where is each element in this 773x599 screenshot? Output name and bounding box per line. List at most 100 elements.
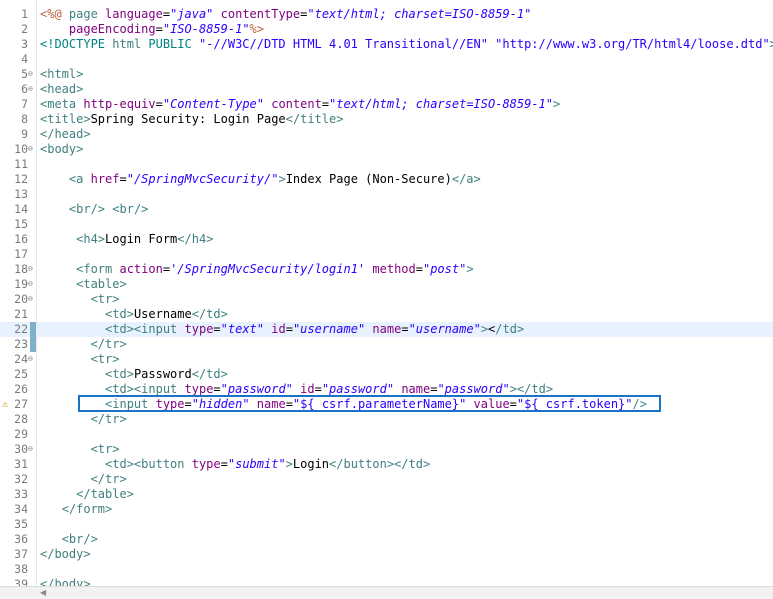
line-number: 16: [14, 232, 28, 246]
code-token: >: [278, 172, 286, 186]
code-line[interactable]: 16 <h4>Login Form</h4>: [0, 232, 773, 247]
code-text: </body>: [40, 577, 91, 586]
line-number: 34: [14, 502, 28, 516]
line-number: 8: [21, 112, 28, 126]
code-line[interactable]: 10 ⊖ <body>: [0, 142, 773, 157]
code-line[interactable]: 2 pageEncoding="ISO-8859-1"%>: [0, 22, 773, 37]
code-line[interactable]: 36 <br/>: [0, 532, 773, 547]
code-token: <td><input: [105, 322, 185, 336]
fold-toggle-icon[interactable]: ⊖: [28, 81, 36, 96]
code-token: =: [415, 262, 423, 276]
code-token: </body>: [40, 547, 91, 561]
line-number: 13: [14, 187, 28, 201]
code-token: </a>: [451, 172, 481, 186]
code-line[interactable]: 12 <a href="/SpringMvcSecurity/">Index P…: [0, 172, 773, 187]
code-editor[interactable]: 1 <%@ page language="java" contentType="t…: [0, 0, 773, 586]
line-number: 10: [14, 142, 28, 156]
code-token: '/SpringMvcSecurity/login1': [170, 262, 366, 276]
code-line[interactable]: 15: [0, 217, 773, 232]
scroll-left-arrow-icon[interactable]: ◀: [40, 588, 50, 598]
fold-toggle-icon[interactable]: ⊖: [28, 441, 36, 456]
code-token: "Content-Type": [162, 97, 264, 111]
code-text: <td>Username</td>: [40, 307, 228, 322]
line-number: 26: [14, 382, 28, 396]
code-line[interactable]: 30 ⊖ <tr>: [0, 442, 773, 457]
fold-toggle-icon[interactable]: ⊖: [28, 261, 36, 276]
code-text: </head>: [40, 127, 91, 142]
code-line[interactable]: 3 <!DOCTYPE html PUBLIC "-//W3C//DTD HTML…: [0, 37, 773, 52]
code-token: "username": [408, 322, 481, 336]
line-number: 29: [14, 427, 28, 441]
code-line[interactable]: 4: [0, 52, 773, 67]
code-line[interactable]: 18 ⊖ <form action='/SpringMvcSecurity/log…: [0, 262, 773, 277]
code-token: =: [401, 322, 409, 336]
code-token: href: [90, 172, 120, 186]
line-number: 5: [21, 67, 28, 81]
fold-toggle-icon[interactable]: ⊖: [28, 291, 36, 306]
code-line[interactable]: 23 </tr>: [0, 337, 773, 352]
code-token: contentType: [220, 7, 301, 21]
code-token: id: [300, 382, 315, 396]
code-line[interactable]: 17: [0, 247, 773, 262]
horizontal-scrollbar[interactable]: ◀: [0, 586, 773, 599]
code-line[interactable]: 5 ⊖ <html>: [0, 67, 773, 82]
code-line[interactable]: 34 </form>: [0, 502, 773, 517]
code-line[interactable]: 37 </body>: [0, 547, 773, 562]
code-line[interactable]: 21 <td>Username</td>: [0, 307, 773, 322]
fold-toggle-icon[interactable]: ⊖: [28, 141, 36, 156]
code-line[interactable]: 32 </tr>: [0, 472, 773, 487]
code-token: =: [285, 322, 293, 336]
change-marker: [30, 322, 36, 337]
code-line[interactable]: 31 <td><button type="submit">Login</butt…: [0, 457, 773, 472]
code-line[interactable]: 8 <title>Spring Security: Login Page</tit…: [0, 112, 773, 127]
code-text: <!DOCTYPE html PUBLIC "-//W3C//DTD HTML …: [40, 37, 773, 52]
code-line[interactable]: 6 ⊖ <head>: [0, 82, 773, 97]
code-token: >: [466, 262, 474, 276]
code-token: <td><input: [105, 382, 185, 396]
code-text: <tr>: [40, 292, 120, 307]
code-token: </button></td>: [329, 457, 431, 471]
code-line[interactable]: 29: [0, 427, 773, 442]
code-line[interactable]: 7 <meta http-equiv="Content-Type" content…: [0, 97, 773, 112]
code-line[interactable]: 38: [0, 562, 773, 577]
code-line[interactable]: 14 <br/> <br/>: [0, 202, 773, 217]
line-number: 9: [21, 127, 28, 141]
code-line[interactable]: 22 <td><input type="text" id="username" …: [0, 322, 773, 337]
code-token: </body>: [40, 577, 91, 586]
code-line[interactable]: 24 ⊖ <tr>: [0, 352, 773, 367]
code-line[interactable]: 39 </body>: [0, 577, 773, 586]
code-token: <title>: [40, 112, 91, 126]
code-token: >: [553, 97, 561, 111]
code-token: type: [184, 322, 214, 336]
fold-toggle-icon[interactable]: ⊖: [28, 66, 36, 81]
fold-toggle-icon[interactable]: ⊖: [28, 351, 36, 366]
line-number: 35: [14, 517, 28, 531]
code-text: <td><button type="submit">Login</button>…: [40, 457, 430, 472]
code-line[interactable]: 11: [0, 157, 773, 172]
code-text: <table>: [40, 277, 127, 292]
code-line[interactable]: 20 ⊖ <tr>: [0, 292, 773, 307]
code-line[interactable]: 9 </head>: [0, 127, 773, 142]
code-token: </form>: [61, 502, 113, 516]
code-line[interactable]: 1 <%@ page language="java" contentType="t…: [0, 7, 773, 22]
code-text: </tr>: [40, 412, 127, 427]
code-line[interactable]: 19 ⊖ <table>: [0, 277, 773, 292]
code-line[interactable]: 25 <td>Password</td>: [0, 367, 773, 382]
code-line[interactable]: 28 </tr>: [0, 412, 773, 427]
code-line[interactable]: 35: [0, 517, 773, 532]
code-token: <br/>: [68, 202, 106, 216]
code-line[interactable]: 33 </table>: [0, 487, 773, 502]
code-token: "ISO-8859-1": [162, 22, 250, 36]
code-text: <meta http-equiv="Content-Type" content=…: [40, 97, 560, 112]
code-text: </tr>: [40, 337, 127, 352]
code-text: <html>: [40, 67, 83, 82]
code-text: <title>Spring Security: Login Page</titl…: [40, 112, 343, 127]
code-token: "password": [321, 382, 395, 396]
line-number: 39: [14, 577, 28, 586]
fold-toggle-icon[interactable]: ⊖: [28, 276, 36, 291]
code-line[interactable]: 13: [0, 187, 773, 202]
code-text: <td>Password</td>: [40, 367, 228, 382]
code-token: </table>: [76, 487, 134, 501]
